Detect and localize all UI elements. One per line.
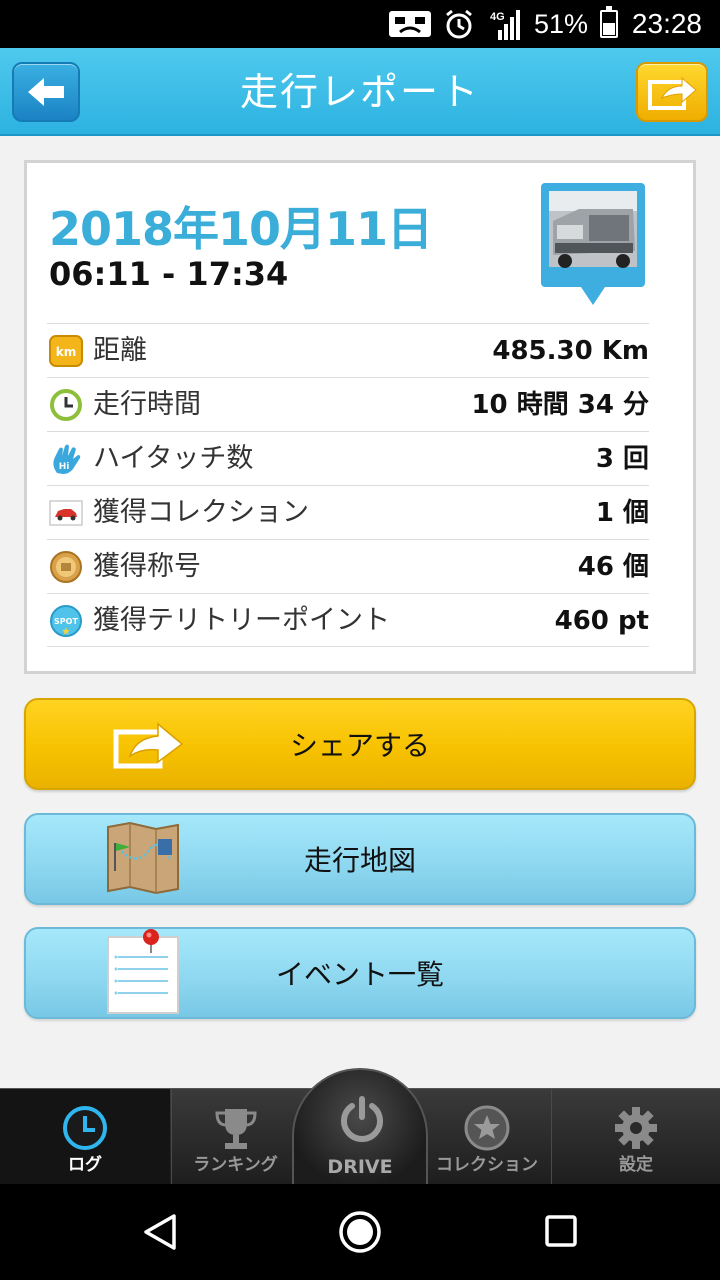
event-list-button-label: イベント一覧 <box>275 958 444 991</box>
stat-label: ハイタッチ数 <box>93 443 254 474</box>
tab-ranking-label: ランキング <box>193 1155 278 1175</box>
stat-label: 距離 <box>93 335 147 366</box>
content-area: 2018年10月11日 06:11 - 17:34 km 距離 485.30 K… <box>0 136 720 1088</box>
battery-icon <box>600 6 618 38</box>
car-collection-icon <box>49 500 83 526</box>
stat-row-titles: 獲得称号 46 個 <box>47 539 649 593</box>
star-icon <box>464 1105 510 1151</box>
tab-settings-label: 設定 <box>619 1155 653 1175</box>
back-triangle-icon[interactable] <box>140 1212 180 1252</box>
report-card: 2018年10月11日 06:11 - 17:34 km 距離 485.30 K… <box>24 160 696 674</box>
drive-button-label: DRIVE <box>327 1156 393 1178</box>
tab-settings[interactable]: 設定 <box>551 1089 720 1185</box>
event-list-button[interactable]: イベント一覧 <box>24 927 696 1019</box>
stat-row-high-five: Hi ハイタッチ数 3 回 <box>47 431 649 485</box>
km-icon: km <box>49 335 83 367</box>
svg-text:SPOT: SPOT <box>54 617 78 626</box>
stat-row-collection: 獲得コレクション 1 個 <box>47 485 649 539</box>
stat-value: 460 pt <box>554 606 649 636</box>
spot-icon: SPOT <box>50 605 82 637</box>
svg-text:Hi: Hi <box>59 462 70 472</box>
tab-ranking[interactable]: ランキング <box>171 1089 299 1185</box>
stat-value: 10 時間 34 分 <box>471 390 649 420</box>
medal-icon <box>50 551 82 583</box>
recent-apps-icon[interactable] <box>544 1214 578 1248</box>
page-title: 走行レポート <box>239 70 480 114</box>
stat-label: 走行時間 <box>93 389 201 420</box>
gear-icon <box>615 1107 657 1149</box>
signal-icon: 4G <box>490 10 520 40</box>
share-button[interactable]: シェアする <box>24 698 696 790</box>
report-date: 2018年10月11日 <box>49 202 433 256</box>
stat-label: 獲得テリトリーポイント <box>93 605 390 636</box>
android-nav-bar <box>0 1184 720 1280</box>
stat-value: 3 回 <box>595 444 649 474</box>
drive-map-button-label: 走行地図 <box>303 844 416 877</box>
stat-row-distance: km 距離 485.30 Km <box>47 323 649 377</box>
status-clock: 23:28 <box>631 8 702 39</box>
app-header: 走行レポート <box>0 48 720 136</box>
stat-label: 獲得コレクション <box>93 497 309 528</box>
trophy-icon <box>214 1109 257 1149</box>
home-circle-icon[interactable] <box>338 1210 382 1254</box>
stats-list: km 距離 485.30 Km 走行時間 10 時間 34 分 Hi ハイタッチ… <box>47 323 649 647</box>
network-type: 4G <box>490 11 505 23</box>
clock-icon <box>63 1106 107 1150</box>
stat-value: 46 個 <box>577 552 649 582</box>
power-icon <box>341 1096 383 1142</box>
car-photo-pin-icon <box>541 183 645 305</box>
high-five-icon: Hi <box>53 444 81 474</box>
tab-log[interactable]: ログ <box>0 1089 170 1185</box>
share-icon <box>648 76 697 110</box>
share-button-label: シェアする <box>289 729 430 762</box>
stat-label: 獲得称号 <box>93 551 201 582</box>
svg-text:km: km <box>56 345 76 359</box>
tab-collection-label: コレクション <box>436 1155 538 1175</box>
stat-row-territory: SPOT 獲得テリトリーポイント 460 pt <box>47 593 649 647</box>
stat-value: 485.30 Km <box>492 336 649 366</box>
drive-map-button[interactable]: 走行地図 <box>24 813 696 905</box>
battery-percent: 51% <box>533 9 588 39</box>
tab-collection[interactable]: コレクション <box>424 1089 550 1185</box>
alarm-icon <box>446 9 472 39</box>
status-bar: 4G 51% 23:28 <box>0 0 720 48</box>
notification-icon <box>389 11 431 37</box>
report-time-range: 06:11 - 17:34 <box>49 255 289 293</box>
header-share-button[interactable] <box>636 62 708 122</box>
clock-icon <box>50 389 82 421</box>
stat-row-drive-time: 走行時間 10 時間 34 分 <box>47 377 649 431</box>
tab-log-label: ログ <box>68 1155 102 1175</box>
stat-value: 1 個 <box>595 498 649 528</box>
